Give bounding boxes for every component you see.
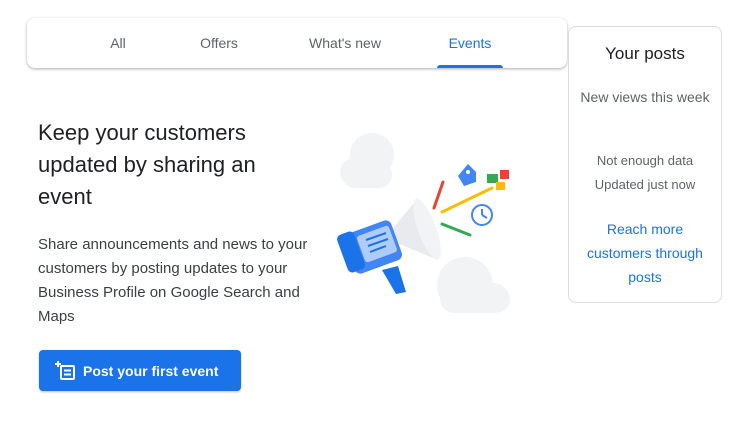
- page: All Offers What's new Events Keep your c…: [0, 0, 747, 436]
- add-post-icon: [55, 360, 77, 382]
- tab-all[interactable]: All: [101, 18, 135, 68]
- tab-events[interactable]: Events: [437, 18, 503, 68]
- post-type-tabs: All Offers What's new Events: [27, 18, 567, 68]
- reach-more-customers-link[interactable]: Reach more customers through posts: [583, 217, 707, 289]
- posts-card-title: Your posts: [605, 44, 685, 63]
- post-button-label: Post your first event: [83, 362, 219, 379]
- tab-whats-new[interactable]: What's new: [297, 18, 393, 68]
- tab-offers[interactable]: Offers: [187, 18, 251, 68]
- page-headline: Keep your customers updated by sharing a…: [38, 120, 256, 209]
- post-first-event-button[interactable]: Post your first event: [39, 350, 241, 391]
- megaphone-illustration: [330, 120, 520, 320]
- posts-card-subtitle: New views this week: [580, 89, 710, 105]
- your-posts-card: Your posts New views this week Not enoug…: [568, 26, 722, 303]
- posts-card-status: Not enough data Updated just now: [569, 149, 721, 197]
- status-not-enough-data: Not enough data: [596, 153, 694, 168]
- page-description: Share announcements and news to your cus…: [38, 236, 308, 325]
- status-updated: Updated just now: [594, 177, 696, 192]
